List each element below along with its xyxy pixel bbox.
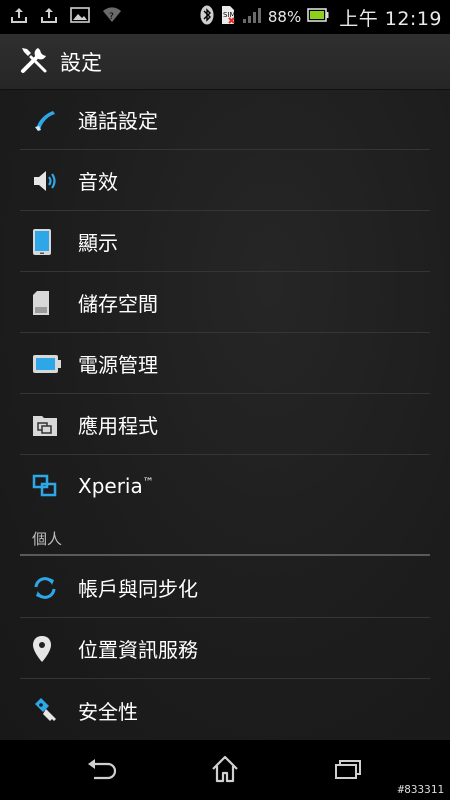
settings-item-label: Xperia™ [78, 474, 154, 498]
clock: 上午 12:19 [339, 7, 442, 30]
settings-item-security[interactable]: 安全性 [20, 680, 430, 740]
back-button[interactable] [82, 756, 122, 786]
bluetooth-icon [200, 5, 214, 29]
settings-item-label: 儲存空間 [78, 292, 158, 316]
settings-item-location[interactable]: 位置資訊服務 [20, 619, 430, 679]
wifi-icon: ? [102, 6, 122, 28]
section-header-personal: 個人 [20, 516, 430, 556]
settings-item-call[interactable]: 通話設定 [20, 90, 430, 150]
settings-item-label: 安全性 [78, 699, 138, 724]
xperia-icon [20, 456, 70, 516]
settings-item-label: 帳戶與同步化 [78, 577, 198, 601]
settings-item-label: 位置資訊服務 [78, 638, 198, 662]
sim-missing-icon: SIM [220, 5, 236, 29]
recents-button[interactable] [328, 756, 368, 786]
settings-item-storage[interactable]: 儲存空間 [20, 273, 430, 333]
key-icon [20, 680, 70, 740]
back-icon [86, 758, 118, 784]
settings-item-label: 通話設定 [78, 109, 158, 133]
settings-item-sound[interactable]: 音效 [20, 151, 430, 211]
image-icon [70, 7, 90, 27]
wrench-screwdriver-icon[interactable] [18, 44, 50, 80]
settings-item-display[interactable]: 顯示 [20, 212, 430, 272]
settings-item-power[interactable]: 電源管理 [20, 334, 430, 394]
page-title: 設定 [60, 50, 102, 75]
upload-icon [40, 6, 58, 28]
section-header-label: 個人 [32, 530, 63, 548]
phone-icon [20, 90, 70, 150]
status-bar: ? SIM 88% 上午 12:19 [0, 0, 450, 34]
sd-card-icon [20, 273, 70, 333]
settings-item-label: 應用程式 [78, 414, 158, 438]
upload-icon [10, 6, 28, 28]
settings-item-accounts-sync[interactable]: 帳戶與同步化 [20, 558, 430, 618]
settings-item-apps[interactable]: 應用程式 [20, 395, 430, 455]
apps-icon [20, 395, 70, 455]
sync-icon [20, 558, 70, 618]
home-icon [210, 755, 240, 787]
recents-icon [333, 758, 363, 784]
settings-item-xperia[interactable]: Xperia™ [20, 456, 430, 516]
action-bar: 設定 [0, 34, 450, 90]
settings-list: 通話設定 音效 顯示 儲存空間 電源管理 應用程式 Xperia™ 個人 帳戶與… [0, 90, 450, 740]
xperia-label: Xperia [78, 474, 143, 498]
battery-icon [307, 7, 329, 27]
settings-item-label: 顯示 [78, 231, 118, 255]
settings-item-label: 電源管理 [78, 353, 158, 377]
signal-icon [242, 6, 262, 28]
home-button[interactable] [205, 755, 245, 787]
navigation-bar: #833311 [0, 740, 450, 800]
speaker-icon [20, 151, 70, 211]
svg-text:?: ? [109, 12, 114, 22]
battery-percent: 88% [267, 8, 302, 26]
location-pin-icon [20, 619, 70, 679]
watermark: #833311 [397, 783, 444, 796]
settings-item-label: 音效 [78, 170, 118, 194]
battery-icon [20, 334, 70, 394]
trademark-symbol: ™ [142, 475, 154, 489]
display-icon [20, 212, 70, 272]
